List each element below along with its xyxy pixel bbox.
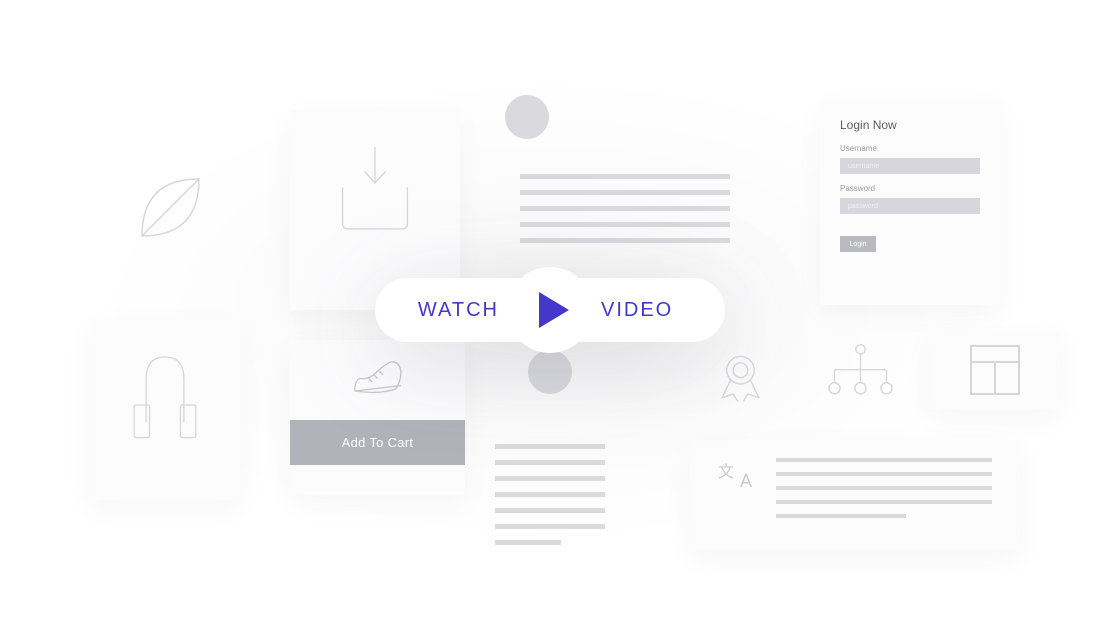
card-product-1	[90, 320, 240, 500]
leaf-icon	[123, 160, 218, 255]
card-translate: 文 A	[690, 440, 1020, 550]
text-line	[776, 486, 992, 490]
text-line	[495, 492, 605, 497]
ribbon-icon	[713, 350, 768, 405]
translate-icon: 文 A	[718, 458, 750, 490]
play-icon	[539, 292, 569, 328]
login-button[interactable]: Login	[840, 236, 876, 252]
text-line	[520, 222, 730, 227]
download-icon	[330, 140, 420, 235]
text-line	[495, 508, 605, 513]
add-to-cart-button[interactable]: Add To Cart	[290, 420, 465, 465]
text-line	[776, 472, 992, 476]
username-label: Username	[840, 144, 980, 153]
text-line	[495, 476, 605, 481]
password-input[interactable]: password	[840, 198, 980, 214]
card-document-bottom	[490, 350, 610, 560]
chair-icon	[120, 345, 210, 465]
card-org-chart	[810, 330, 910, 420]
card-document-top	[490, 80, 760, 290]
card-login-form: Login Now Username username Password pas…	[820, 100, 1000, 305]
watch-video-cta[interactable]: WATCH VIDEO	[375, 267, 725, 353]
text-line	[495, 444, 605, 449]
text-line	[776, 458, 992, 462]
text-line	[776, 514, 906, 518]
layout-grid-icon	[970, 345, 1020, 395]
text-line	[495, 524, 605, 529]
avatar-placeholder	[528, 350, 572, 394]
username-input[interactable]: username	[840, 158, 980, 174]
password-label: Password	[840, 184, 980, 193]
text-line	[520, 190, 730, 195]
text-line	[520, 174, 730, 179]
sneaker-icon	[350, 355, 405, 400]
text-line	[520, 206, 730, 211]
org-chart-icon	[823, 340, 898, 405]
card-leaf	[100, 140, 240, 290]
text-line	[776, 500, 992, 504]
card-product-2: Add To Cart	[290, 340, 465, 495]
login-title: Login Now	[840, 118, 980, 132]
avatar-placeholder	[505, 95, 549, 139]
card-layout-grid	[930, 330, 1060, 410]
text-line	[495, 460, 605, 465]
play-button[interactable]	[507, 267, 593, 353]
text-line	[520, 238, 730, 243]
text-line	[495, 540, 561, 545]
